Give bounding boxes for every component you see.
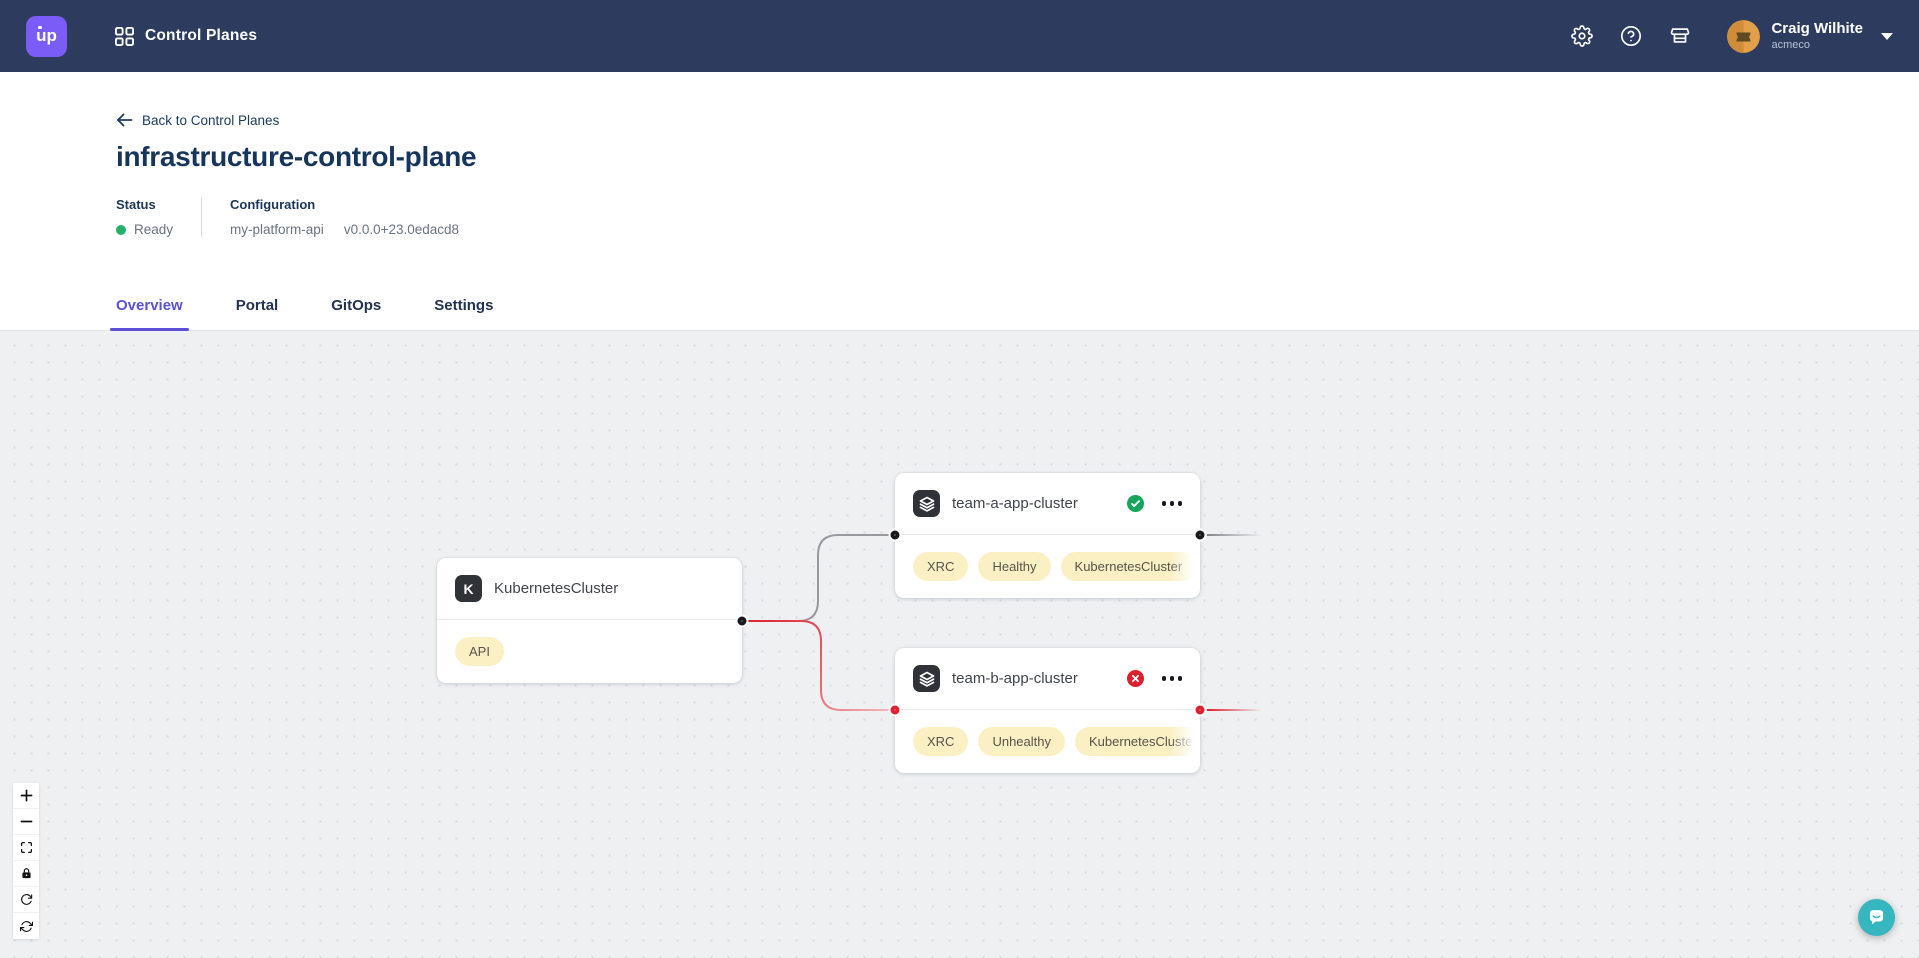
tab-overview[interactable]: Overview <box>116 297 183 330</box>
node-menu-button[interactable] <box>1162 672 1183 685</box>
status-ready-dot <box>116 225 126 235</box>
connection-handle-team-b-right[interactable] <box>1196 706 1205 715</box>
badge-kubernetescluster: KubernetesCluster <box>1075 727 1200 756</box>
settings-icon[interactable] <box>1571 25 1593 47</box>
avatar[interactable] <box>1727 20 1760 53</box>
node-team-b-app-cluster[interactable]: team-b-app-cluster XRC Unhealthy Kuberne… <box>895 648 1200 773</box>
healthy-check-icon <box>1127 495 1144 512</box>
node-title: team-a-app-cluster <box>952 495 1115 512</box>
node-team-a-app-cluster[interactable]: team-a-app-cluster XRC Healthy Kubernete… <box>895 473 1200 598</box>
edge-k-to-team-a <box>742 535 895 621</box>
back-link[interactable]: Back to Control Planes <box>116 112 279 128</box>
user-org: acmeco <box>1771 39 1863 51</box>
grid-icon <box>113 25 135 47</box>
connection-handle-team-a-right[interactable] <box>1196 531 1205 540</box>
node-kubernetescluster[interactable]: K KubernetesCluster API <box>437 558 742 683</box>
top-navbar: up Control Planes <box>0 0 1919 72</box>
configuration-version: v0.0.0+23.0edacd8 <box>344 222 459 237</box>
badge-xrc: XRC <box>913 727 968 756</box>
unhealthy-x-icon <box>1127 670 1144 687</box>
tab-gitops[interactable]: GitOps <box>331 297 381 330</box>
configuration-label: Configuration <box>230 197 459 212</box>
badge-api: API <box>455 637 504 666</box>
status-label: Status <box>116 197 173 212</box>
configuration-name: my-platform-api <box>230 222 324 237</box>
page-title: infrastructure-control-plane <box>116 141 1919 173</box>
canvas-controls <box>13 783 39 939</box>
layers-icon <box>913 490 940 517</box>
tab-portal[interactable]: Portal <box>236 297 279 330</box>
app-title: Control Planes <box>145 27 257 45</box>
badge-unhealthy: Unhealthy <box>978 727 1065 756</box>
logo-text: up <box>36 26 57 46</box>
status-block: Status Ready <box>116 197 173 237</box>
flow-canvas[interactable]: K KubernetesCluster API team-a-app-clust… <box>0 331 1919 958</box>
tab-settings[interactable]: Settings <box>434 297 493 330</box>
arrow-left-icon <box>116 112 133 128</box>
back-link-label: Back to Control Planes <box>142 113 279 128</box>
user-name: Craig Wilhite <box>1771 21 1863 38</box>
edges-layer <box>0 331 1919 958</box>
badge-xrc: XRC <box>913 552 968 581</box>
meta-row: Status Ready Configuration my-platform-a… <box>116 197 1919 237</box>
node-title: team-b-app-cluster <box>952 670 1115 687</box>
page-header: Back to Control Planes infrastructure-co… <box>0 72 1919 331</box>
connection-handle-team-a-left[interactable] <box>891 531 900 540</box>
configuration-block: Configuration my-platform-api v0.0.0+23.… <box>230 197 459 237</box>
layers-icon <box>913 665 940 692</box>
node-title: KubernetesCluster <box>494 580 724 597</box>
connection-handle-k-right[interactable] <box>738 617 747 626</box>
zoom-out-button[interactable] <box>13 809 39 835</box>
meta-divider <box>201 197 202 237</box>
chat-icon <box>1866 907 1887 928</box>
node-menu-button[interactable] <box>1162 497 1183 510</box>
status-value: Ready <box>134 222 173 237</box>
edge-k-to-team-b <box>742 621 895 710</box>
marketplace-icon[interactable] <box>1669 25 1691 47</box>
badge-kubernetescluster: KubernetesCluster <box>1061 552 1197 581</box>
chevron-down-icon[interactable] <box>1881 33 1893 40</box>
upbound-logo[interactable]: up <box>26 16 67 57</box>
tab-bar: Overview Portal GitOps Settings <box>116 297 1919 330</box>
fit-view-button[interactable] <box>13 835 39 861</box>
help-icon[interactable] <box>1620 25 1642 47</box>
chat-launcher[interactable] <box>1858 899 1895 936</box>
badge-healthy: Healthy <box>978 552 1050 581</box>
connection-handle-team-b-left[interactable] <box>891 706 900 715</box>
zoom-in-button[interactable] <box>13 783 39 809</box>
refresh-button[interactable] <box>13 913 39 939</box>
rotate-button[interactable] <box>13 887 39 913</box>
k-icon: K <box>455 575 482 602</box>
user-menu[interactable]: Craig Wilhite acmeco <box>1771 21 1863 52</box>
lock-button[interactable] <box>13 861 39 887</box>
